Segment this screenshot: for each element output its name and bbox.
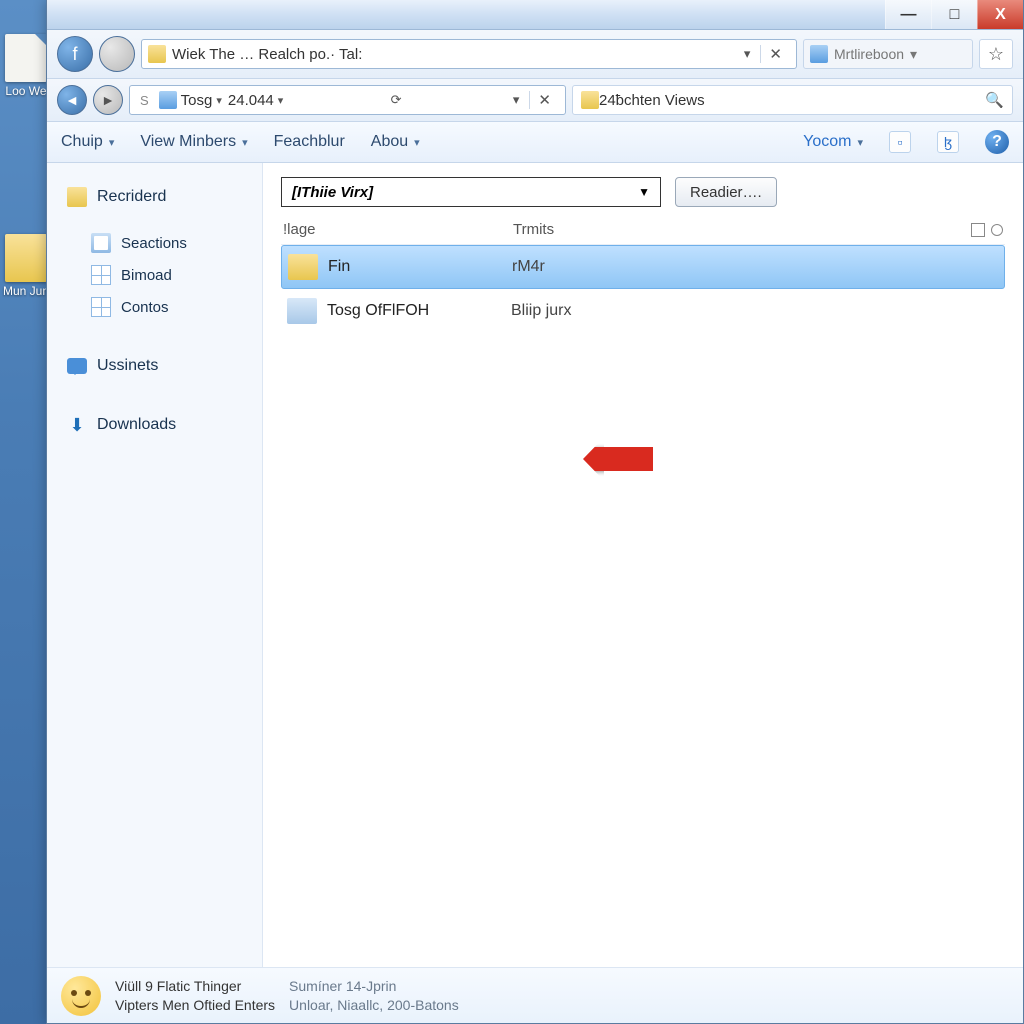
folder-icon bbox=[5, 234, 47, 282]
emoji-icon bbox=[61, 976, 101, 1016]
sidebar: Recriderd Seactions Bimoad Contos bbox=[47, 163, 263, 967]
view-combo[interactable]: [IThiie Virx] ▼ bbox=[281, 177, 661, 207]
breadcrumb-seg[interactable]: Tosg bbox=[181, 92, 213, 109]
maximize-button[interactable]: □ bbox=[931, 0, 977, 29]
file-list: Fin rM4r Tosg OfFlFOH Bliip jurx bbox=[281, 245, 1005, 333]
chevron-down-icon: ▾ bbox=[910, 46, 917, 63]
search-box[interactable]: 24ƀchten Views 🔍 bbox=[572, 85, 1013, 115]
desktop-icon-label: Loo We bbox=[2, 84, 50, 98]
breadcrumb-bar[interactable]: S Tosg ▾ 24.044 ▾ ⟳ ▾ ✕ bbox=[129, 85, 566, 115]
help-button[interactable]: ? bbox=[985, 130, 1009, 154]
column-header-name[interactable]: !lage bbox=[283, 221, 513, 238]
download-icon: ⬇ bbox=[67, 415, 87, 435]
menu-chuip[interactable]: Chuip▾ bbox=[61, 133, 114, 151]
folder-icon bbox=[287, 298, 317, 324]
column-headers: !lage Trmits bbox=[281, 217, 1005, 245]
list-item-col2: rM4r bbox=[512, 258, 998, 276]
column-header-trmits[interactable]: Trmits bbox=[513, 221, 971, 238]
drive-icon bbox=[159, 91, 177, 109]
list-item-name: Fin bbox=[328, 258, 350, 276]
breadcrumb-dropdown[interactable]: ▾ bbox=[509, 92, 524, 108]
status-line: Vipters Men Oftied Enters bbox=[115, 996, 275, 1014]
breadcrumb-refresh[interactable]: ⟳ bbox=[387, 92, 406, 108]
folder-icon bbox=[288, 254, 318, 280]
sidebar-item-label: Seactions bbox=[121, 235, 187, 252]
forward-button[interactable]: ► bbox=[93, 85, 123, 115]
content-pane: [IThiie Virx] ▼ Readier…. !lage Trmits F… bbox=[263, 163, 1023, 967]
grid-icon bbox=[91, 297, 111, 317]
desktop-icon[interactable]: Mun Jun bbox=[2, 234, 50, 298]
explorer-window: — □ X f Wiek The … Realch po.· Tal: ▾ ✕ … bbox=[46, 0, 1024, 1024]
desktop-icon[interactable]: Loo We bbox=[2, 34, 50, 98]
sidebar-item-label: Contos bbox=[121, 299, 169, 316]
header-checkbox[interactable] bbox=[971, 223, 985, 237]
address-bar[interactable]: Wiek The … Realch po.· Tal: ▾ ✕ bbox=[141, 39, 797, 69]
nav-secondary-button[interactable] bbox=[99, 36, 135, 72]
toolbar-icon-2[interactable]: ɮ bbox=[937, 131, 959, 153]
sidebar-item-ussinets[interactable]: Ussinets bbox=[47, 351, 262, 381]
sidebar-item-label: Downloads bbox=[97, 416, 176, 434]
grid-icon bbox=[91, 265, 111, 285]
sidebar-item-label: Recriderd bbox=[97, 188, 166, 206]
menu-view-minbers[interactable]: View Minbers▾ bbox=[140, 133, 247, 151]
close-button[interactable]: X bbox=[977, 0, 1023, 29]
breadcrumb-seg[interactable]: 24.044 bbox=[228, 92, 274, 109]
window-body: Recriderd Seactions Bimoad Contos bbox=[47, 163, 1023, 967]
status-line: Viüll 9 Flatic Thinger bbox=[115, 977, 275, 995]
annotation-arrow-icon bbox=[583, 447, 653, 471]
address-dropdown[interactable]: ▾ bbox=[740, 46, 755, 62]
desktop-icon-label: Mun Jun bbox=[2, 284, 50, 298]
toolbar: Chuip▾ View Minbers▾ Feachblur Abou▾ Yoc… bbox=[47, 122, 1023, 163]
toolbar-link-yocom[interactable]: Yocom▾ bbox=[803, 133, 863, 151]
star-button[interactable]: ☆ bbox=[979, 39, 1013, 69]
chevron-down-icon[interactable]: ▾ bbox=[216, 94, 222, 107]
readier-button[interactable]: Readier…. bbox=[675, 177, 777, 207]
app-button[interactable]: f bbox=[57, 36, 93, 72]
folder-icon bbox=[148, 45, 166, 63]
chevron-down-icon: ▼ bbox=[638, 185, 650, 199]
address-clear-button[interactable]: ✕ bbox=[760, 45, 790, 63]
status-line: Unloar, Niaallc, 200-Batons bbox=[289, 996, 459, 1014]
address-bar-row: f Wiek The … Realch po.· Tal: ▾ ✕ Mrtlir… bbox=[47, 30, 1023, 79]
search-placeholder: 24ƀchten Views bbox=[599, 92, 705, 109]
breadcrumb-row: ◄ ► S Tosg ▾ 24.044 ▾ ⟳ ▾ ✕ 24ƀchten Vie… bbox=[47, 79, 1023, 122]
sidebar-item-bimoad[interactable]: Bimoad bbox=[47, 259, 262, 291]
status-line: Sumíner 14-Jprin bbox=[289, 977, 459, 995]
folder-icon bbox=[581, 91, 599, 109]
folder-icon bbox=[67, 187, 87, 207]
menu-abou[interactable]: Abou▾ bbox=[371, 133, 420, 151]
combo-value: [IThiie Virx] bbox=[292, 184, 373, 201]
sidebar-item-contos[interactable]: Contos bbox=[47, 291, 262, 323]
minimize-button[interactable]: — bbox=[885, 0, 931, 29]
search-icon[interactable]: 🔍 bbox=[985, 91, 1004, 109]
sidebar-item-recriderd[interactable]: Recriderd bbox=[47, 181, 262, 213]
breadcrumb-prefix: S bbox=[136, 93, 153, 108]
page-icon bbox=[810, 45, 828, 63]
document-icon bbox=[5, 34, 47, 82]
sidebar-item-downloads[interactable]: ⬇ Downloads bbox=[47, 409, 262, 441]
list-item-col2: Bliip jurx bbox=[511, 302, 999, 320]
list-item[interactable]: Fin rM4r bbox=[281, 245, 1005, 289]
toolbar-icon-1[interactable]: ▫ bbox=[889, 131, 911, 153]
titlebar: — □ X bbox=[47, 0, 1023, 30]
sidebar-item-seactions[interactable]: Seactions bbox=[47, 227, 262, 259]
chat-icon bbox=[67, 358, 87, 374]
pictures-icon bbox=[91, 233, 111, 253]
list-item[interactable]: Tosg OfFlFOH Bliip jurx bbox=[281, 289, 1005, 333]
list-item-name: Tosg OfFlFOH bbox=[327, 302, 429, 320]
status-bar: Viüll 9 Flatic Thinger Vipters Men Oftie… bbox=[47, 967, 1023, 1023]
address-path: Wiek The … Realch po.· Tal: bbox=[172, 46, 362, 63]
favorites-box[interactable]: Mrtlireboon ▾ bbox=[803, 39, 973, 69]
chevron-down-icon[interactable]: ▾ bbox=[278, 94, 284, 107]
menu-feachblur[interactable]: Feachblur bbox=[274, 133, 345, 151]
sidebar-item-label: Ussinets bbox=[97, 357, 158, 375]
header-radio[interactable] bbox=[991, 224, 1003, 236]
sidebar-item-label: Bimoad bbox=[121, 267, 172, 284]
back-button[interactable]: ◄ bbox=[57, 85, 87, 115]
breadcrumb-clear[interactable]: ✕ bbox=[529, 91, 559, 109]
favorites-label: Mrtlireboon bbox=[834, 46, 904, 62]
